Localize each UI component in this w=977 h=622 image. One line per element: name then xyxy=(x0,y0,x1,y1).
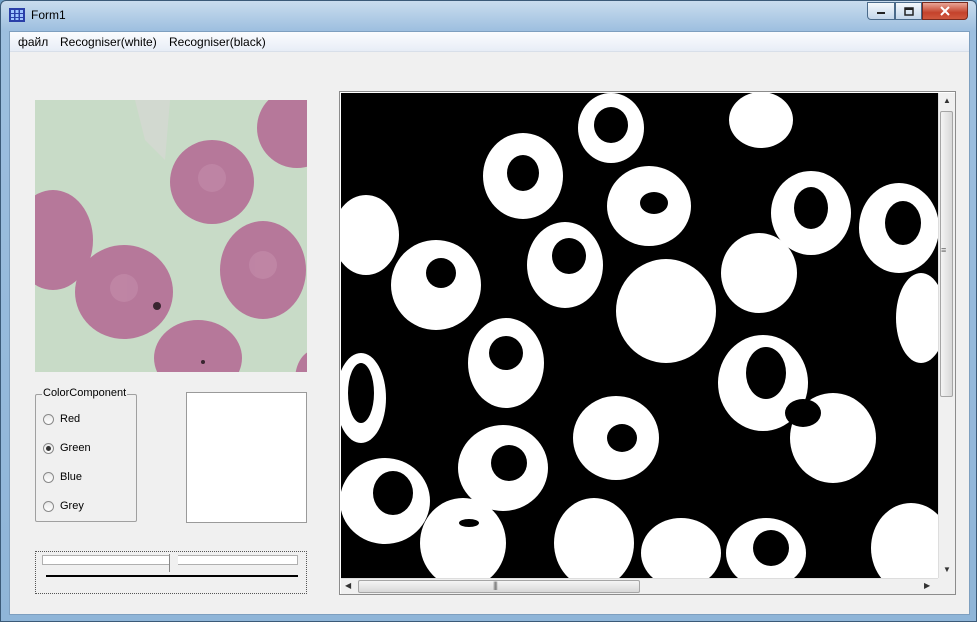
radio-label: Blue xyxy=(60,471,83,483)
binary-image xyxy=(341,93,938,578)
radio-circle-selected[interactable] xyxy=(43,442,54,454)
radio-green[interactable]: Green xyxy=(43,440,91,456)
radio-circle[interactable] xyxy=(43,471,54,483)
grip-icon: ≡ xyxy=(941,245,946,255)
radio-grey[interactable]: Grey xyxy=(43,498,84,514)
title-bar[interactable]: Form1 xyxy=(1,1,976,29)
menu-recogniser-black[interactable]: Recogniser(black) xyxy=(169,35,266,49)
client-area: файл Recogniser(white) Recogniser(black) xyxy=(9,31,970,615)
radio-label: Green xyxy=(60,442,91,454)
radio-circle[interactable] xyxy=(43,413,54,425)
color-component-group: ColorComponent Red Green Blue Grey xyxy=(35,387,137,522)
radio-label: Red xyxy=(60,413,81,425)
close-button[interactable] xyxy=(922,2,968,20)
maximize-button[interactable] xyxy=(895,2,922,20)
threshold-panel xyxy=(35,551,307,594)
source-image-thumbnail xyxy=(35,100,307,372)
app-grid-icon xyxy=(9,8,25,22)
main-window: Form1 файл Recogniser(white) Recogniser(… xyxy=(0,0,977,622)
preview-box xyxy=(186,392,307,523)
menu-file[interactable]: файл xyxy=(18,35,48,49)
vertical-scrollbar[interactable]: ▲ ≡ ▼ xyxy=(938,93,955,578)
scroll-right-icon[interactable]: ▶ xyxy=(924,581,930,590)
binary-image-view: ▲ ≡ ▼ ◀ ||| ▶ xyxy=(339,91,956,595)
trackbar-baseline xyxy=(46,575,298,577)
horizontal-scrollbar[interactable]: ◀ ||| ▶ xyxy=(341,578,938,594)
grip-icon: ||| xyxy=(493,580,498,590)
close-icon xyxy=(940,6,950,16)
scroll-left-icon[interactable]: ◀ xyxy=(345,581,351,590)
menu-bar: файл Recogniser(white) Recogniser(black) xyxy=(10,32,969,52)
group-title: ColorComponent xyxy=(42,387,128,399)
radio-label: Grey xyxy=(60,500,84,512)
scrollbar-corner xyxy=(938,578,955,594)
minimize-icon xyxy=(877,12,885,14)
maximize-icon xyxy=(903,6,914,16)
minimize-button[interactable] xyxy=(867,2,895,20)
trackbar-thumb[interactable] xyxy=(169,554,178,572)
scroll-down-icon[interactable]: ▼ xyxy=(943,565,951,574)
radio-red[interactable]: Red xyxy=(43,411,80,427)
menu-recogniser-white[interactable]: Recogniser(white) xyxy=(60,35,157,49)
radio-circle[interactable] xyxy=(43,500,54,512)
window-title: Form1 xyxy=(31,8,66,22)
radio-blue[interactable]: Blue xyxy=(43,469,82,485)
horizontal-scroll-thumb[interactable] xyxy=(358,580,640,593)
scroll-up-icon[interactable]: ▲ xyxy=(943,96,951,105)
